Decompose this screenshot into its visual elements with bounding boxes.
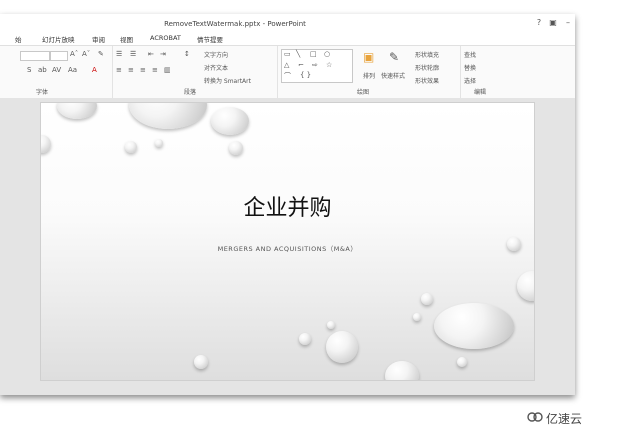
strikethrough-icon[interactable]: S xyxy=(27,66,31,74)
drawing-group: ▭ ╲ □ ○ △ ⌐ ⇨ ☆ ⌒ { } ▣ 排列 ✎ 快速样式 形状填充 形… xyxy=(277,46,461,98)
justify-icon[interactable]: ≡ xyxy=(152,66,158,74)
water-drop xyxy=(327,321,335,329)
watermark-logo-icon xyxy=(527,412,543,422)
editing-group: 查找 替换 选择 编辑 xyxy=(460,46,505,98)
water-drop xyxy=(457,357,467,367)
slide-title[interactable]: 企业并购 xyxy=(41,190,534,222)
slide-subtitle[interactable]: MERGERS AND ACQUISITIONS（M&A） xyxy=(41,243,534,253)
water-drop xyxy=(517,271,534,301)
ribbon-tabs: 始 幻灯片放映 审阅 视图 ACROBAT 情节提要 xyxy=(0,33,575,45)
ribbon: Aˆ Aˇ ✎ S ab AV Aa A 字体 ☰ ☰ ⇤ ⇥ ↕ ≡ ≡ ≡ … xyxy=(0,45,575,99)
oval-shape-icon[interactable]: ○ xyxy=(324,50,330,58)
font-size-combo[interactable] xyxy=(50,51,68,61)
shapes-gallery[interactable]: ▭ ╲ □ ○ △ ⌐ ⇨ ☆ ⌒ { } xyxy=(281,49,353,83)
tab-review[interactable]: 审阅 xyxy=(92,34,105,44)
change-case-icon[interactable]: Aa xyxy=(68,66,77,74)
convert-smartart-button[interactable]: 转换为 SmartArt xyxy=(204,76,251,85)
drawing-group-label: 绘图 xyxy=(357,89,370,96)
bullets-icon[interactable]: ☰ xyxy=(116,50,122,58)
window-title: RemoveTextWatermak.pptx - PowerPoint xyxy=(164,20,306,28)
title-bar: RemoveTextWatermak.pptx - PowerPoint ? ▣… xyxy=(0,14,575,34)
water-drop xyxy=(155,139,163,147)
line-spacing-icon[interactable]: ↕ xyxy=(184,50,190,58)
ribbon-display-options-icon[interactable]: ▣ xyxy=(548,18,558,27)
water-drop xyxy=(211,107,249,135)
increase-indent-icon[interactable]: ⇥ xyxy=(160,50,166,58)
select-button[interactable]: 选择 xyxy=(464,76,476,85)
font-group: Aˆ Aˇ ✎ S ab AV Aa A 字体 xyxy=(0,46,113,98)
paragraph-group: ☰ ☰ ⇤ ⇥ ↕ ≡ ≡ ≡ ≡ ▥ 文字方向 对齐文本 转换为 SmartA… xyxy=(112,46,278,98)
rectangle-shape-icon[interactable]: □ xyxy=(310,50,317,58)
char-spacing-dropdown-icon[interactable]: AV xyxy=(52,66,61,74)
find-button[interactable]: 查找 xyxy=(464,50,476,59)
water-drop xyxy=(326,331,358,363)
slide-canvas[interactable]: 企业并购 MERGERS AND ACQUISITIONS（M&A） xyxy=(40,102,535,381)
water-drop xyxy=(41,135,51,153)
line-shape-icon[interactable]: ╲ xyxy=(296,50,300,58)
water-drop xyxy=(129,103,207,129)
water-drop xyxy=(194,355,208,369)
textbox-shape-icon[interactable]: ▭ xyxy=(284,50,291,58)
help-icon[interactable]: ? xyxy=(534,18,544,27)
water-drop xyxy=(299,333,311,345)
clear-formatting-icon[interactable]: ✎ xyxy=(98,50,104,58)
shape-fill-button[interactable]: 形状填充 xyxy=(415,50,439,59)
align-right-icon[interactable]: ≡ xyxy=(140,66,146,74)
slide-editing-area: 企业并购 MERGERS AND ACQUISITIONS（M&A） xyxy=(0,98,575,395)
paragraph-group-label: 段落 xyxy=(184,89,197,96)
star-shape-icon[interactable]: ☆ xyxy=(326,61,332,69)
decrease-indent-icon[interactable]: ⇤ xyxy=(148,50,154,58)
arrange-icon[interactable]: ▣ xyxy=(363,50,374,64)
tab-acrobat[interactable]: ACROBAT xyxy=(150,34,181,42)
tab-storyboarding[interactable]: 情节提要 xyxy=(197,34,223,44)
minimize-icon[interactable]: – xyxy=(563,18,573,27)
arrow-shape-icon[interactable]: ⇨ xyxy=(312,61,318,69)
align-center-icon[interactable]: ≡ xyxy=(128,66,134,74)
align-text-button[interactable]: 对齐文本 xyxy=(204,63,228,72)
water-drop xyxy=(421,293,433,305)
font-color-icon[interactable]: A xyxy=(92,66,97,74)
shape-effects-button[interactable]: 形状效果 xyxy=(415,76,439,85)
font-group-label: 字体 xyxy=(36,89,49,96)
water-drop xyxy=(229,141,243,155)
replace-button[interactable]: 替换 xyxy=(464,63,476,72)
tab-slideshow[interactable]: 幻灯片放映 xyxy=(42,34,75,44)
editing-group-label: 编辑 xyxy=(474,89,487,96)
water-drop xyxy=(413,313,421,321)
triangle-shape-icon[interactable]: △ xyxy=(284,61,289,69)
brace-shape-icon[interactable]: { } xyxy=(300,71,311,79)
watermark-text: 亿速云 xyxy=(546,412,583,426)
shape-outline-button[interactable]: 形状轮廓 xyxy=(415,63,439,72)
curve-shape-icon[interactable]: ⌒ xyxy=(284,71,291,81)
water-drop xyxy=(57,103,97,119)
font-name-combo[interactable] xyxy=(20,51,50,61)
numbering-icon[interactable]: ☰ xyxy=(130,50,136,58)
water-drop xyxy=(385,361,419,380)
tab-view[interactable]: 视图 xyxy=(120,34,133,44)
quick-styles-icon[interactable]: ✎ xyxy=(389,50,399,64)
columns-icon[interactable]: ▥ xyxy=(164,66,171,74)
shrink-font-icon[interactable]: Aˇ xyxy=(82,50,90,58)
connector-shape-icon[interactable]: ⌐ xyxy=(298,61,304,69)
powerpoint-window: RemoveTextWatermak.pptx - PowerPoint ? ▣… xyxy=(0,14,575,395)
quick-styles-button[interactable]: 快速样式 xyxy=(381,71,405,80)
text-direction-button[interactable]: 文字方向 xyxy=(204,50,228,59)
water-drop xyxy=(434,303,514,349)
arrange-button[interactable]: 排列 xyxy=(363,71,375,80)
grow-font-icon[interactable]: Aˆ xyxy=(70,50,78,58)
align-left-icon[interactable]: ≡ xyxy=(116,66,122,74)
tab-home[interactable]: 始 xyxy=(15,34,22,44)
water-drop xyxy=(125,141,137,153)
char-spacing-icon[interactable]: ab xyxy=(38,66,47,74)
